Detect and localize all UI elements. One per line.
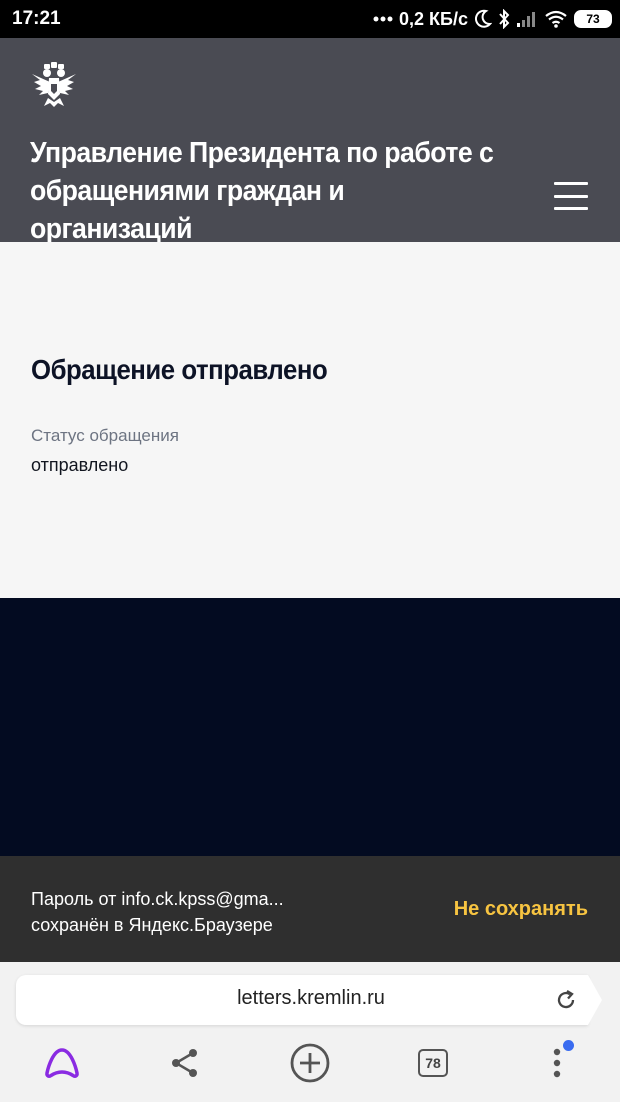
alice-icon[interactable] (39, 1040, 85, 1086)
signal-icon (516, 10, 538, 28)
notification-dot (563, 1040, 574, 1051)
menu-bar-line (554, 207, 588, 210)
snackbar-message-line1: Пароль от info.ck.kpss@gma... (31, 889, 284, 909)
tabs-count: 78 (418, 1049, 448, 1077)
status-label: Статус обращения (31, 426, 179, 445)
menu-bar-line (554, 182, 588, 185)
reload-icon[interactable] (554, 988, 578, 1012)
share-icon[interactable] (162, 1040, 208, 1086)
snackbar-message-line2: сохранён в Яндекс.Браузере (31, 915, 273, 935)
new-tab-plus-icon[interactable] (287, 1040, 333, 1086)
main-content: Обращение отправлено Статус обращения от… (0, 242, 620, 598)
site-header: Управление Президента по работе с обраще… (0, 38, 620, 245)
site-title[interactable]: Управление Президента по работе с обраще… (30, 134, 508, 248)
dont-save-button[interactable]: Не сохранять (454, 898, 588, 921)
battery-icon: 73 (574, 10, 612, 28)
more-menu-icon[interactable] (534, 1040, 580, 1086)
wifi-icon (544, 10, 568, 28)
bluetooth-icon (498, 9, 510, 29)
status-bar: 17:21 0,2 КБ/с 73 (0, 0, 620, 38)
menu-bar-line (554, 194, 588, 198)
status-time: 17:21 (12, 8, 61, 29)
url-text[interactable]: letters.kremlin.ru (16, 987, 606, 1010)
network-speed: 0,2 КБ/с (399, 8, 468, 29)
moon-icon (474, 9, 492, 29)
snackbar-message: Пароль от info.ck.kpss@gma... сохранён в… (31, 886, 284, 938)
footer-area (0, 598, 620, 856)
hamburger-menu-icon[interactable] (554, 182, 588, 210)
eagle-emblem-icon[interactable] (30, 62, 78, 108)
status-right-group: 0,2 КБ/с 73 (373, 7, 612, 31)
tabs-icon[interactable]: 78 (410, 1040, 456, 1086)
page-heading: Обращение отправлено (31, 354, 328, 385)
dots-icon (373, 16, 393, 22)
address-bar[interactable]: letters.kremlin.ru (16, 975, 602, 1025)
browser-bottom-bar: letters.kremlin.ru 78 (0, 962, 620, 1102)
password-saved-snackbar: Пароль от info.ck.kpss@gma... сохранён в… (0, 856, 620, 962)
browser-nav-row: 78 (0, 1034, 620, 1094)
status-value: отправлено (31, 455, 129, 475)
